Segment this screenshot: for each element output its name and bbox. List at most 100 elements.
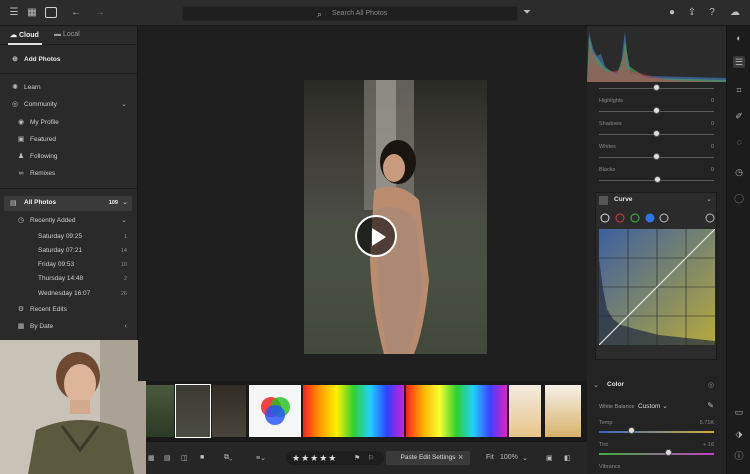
history-icon[interactable]: ◷ xyxy=(733,166,745,178)
folder-icon: ▬ xyxy=(54,31,61,38)
eyedropper-icon[interactable]: ✎ xyxy=(707,401,714,410)
eye-icon[interactable]: ◎ xyxy=(708,381,714,389)
edit-icon: ⚙ xyxy=(17,306,25,313)
recent-edits-item[interactable]: ⚙ Recent Edits xyxy=(0,303,137,317)
tone-curve-graph[interactable] xyxy=(599,229,715,345)
white-balance-select[interactable]: Custom xyxy=(638,403,660,410)
add-photos-button[interactable]: ⊕ Add Photos xyxy=(0,53,137,67)
sidebar-item-my-profile[interactable]: ◉ My Profile xyxy=(0,116,137,130)
temp-value: 5.71K xyxy=(699,420,714,426)
filmstrip-thumb[interactable] xyxy=(212,385,246,437)
cloud-sync-icon[interactable]: ☁ xyxy=(729,7,741,19)
whites-slider-knob[interactable] xyxy=(653,130,660,137)
auto-enhance-icon[interactable]: ◐ xyxy=(733,32,745,44)
back-arrow-icon[interactable]: ← xyxy=(70,7,82,19)
chevron-down-icon[interactable]: ⌄ xyxy=(593,381,599,389)
highlights-slider-knob[interactable] xyxy=(653,84,660,91)
tint-label: Tint xyxy=(599,442,608,448)
search-input[interactable]: ⌕ Search All Photos xyxy=(182,6,518,21)
filmstrip-thumb[interactable] xyxy=(146,385,174,437)
healing-icon[interactable]: ✐ xyxy=(733,110,745,122)
highlights-value: 0 xyxy=(710,98,714,104)
compare-view-icon[interactable]: ◫ xyxy=(181,454,188,462)
tab-cloud[interactable]: ☁ Cloud xyxy=(10,31,39,39)
search-placeholder: Search All Photos xyxy=(332,10,388,17)
sort-icon[interactable]: ⧉⌄ xyxy=(224,454,232,462)
shadows-slider-knob[interactable] xyxy=(653,107,660,114)
reject-flag-icon[interactable]: ⚐ xyxy=(368,454,374,462)
blacks-slider-knob[interactable] xyxy=(653,153,660,160)
temp-label: Temp xyxy=(599,420,613,426)
comments-icon[interactable]: ▭ xyxy=(733,406,745,418)
filmstrip-thumb[interactable] xyxy=(545,385,581,437)
whites-value: 0 xyxy=(710,144,714,150)
photos-icon: ▤ xyxy=(10,200,17,207)
sidebar-item-following[interactable]: ♟ Following xyxy=(0,150,137,164)
by-date-item[interactable]: ▦ By Date ‹ xyxy=(0,320,137,334)
square-grid-icon[interactable]: ▦ xyxy=(148,454,155,462)
shadows-value: 0 xyxy=(710,121,714,127)
filmstrip-thumb-selected[interactable] xyxy=(175,384,211,438)
share-icon[interactable]: ⇪ xyxy=(686,7,698,19)
edit-sliders-icon[interactable]: ☰ xyxy=(733,56,745,68)
notification-bell-icon[interactable]: ● xyxy=(666,7,678,19)
date-item[interactable]: Wednesday 16:07 26 xyxy=(0,287,137,301)
recently-added-item[interactable]: ◷ Recently Added ⌄ xyxy=(0,214,137,228)
tab-local[interactable]: ▬ Local xyxy=(54,31,80,38)
play-video-button[interactable] xyxy=(355,215,397,257)
tint-slider-knob[interactable] xyxy=(664,449,672,456)
versions-icon[interactable]: ◯ xyxy=(733,192,745,204)
temp-slider-knob[interactable] xyxy=(627,427,635,434)
filmstrip xyxy=(146,381,587,441)
date-item[interactable]: Saturday 07:21 14 xyxy=(0,244,137,258)
zoom-fit-button[interactable]: Fit xyxy=(486,454,494,461)
detail-view-icon[interactable]: ■ xyxy=(200,454,204,461)
grid-view-icon[interactable]: ▦ xyxy=(26,7,38,19)
rgb-circles-image xyxy=(261,397,290,425)
all-photos-item[interactable]: ▤ All Photos 109 ⌄ xyxy=(4,196,132,211)
filmstrip-thumb[interactable] xyxy=(249,385,301,437)
chevron-down-icon[interactable]: ⌄ xyxy=(522,454,528,462)
community-item[interactable]: ◎ Community ⌄ xyxy=(0,98,137,112)
date-item[interactable]: Saturday 09:25 1 xyxy=(0,230,137,244)
masking-icon[interactable]: ◌ xyxy=(733,136,745,148)
zoom-value[interactable]: 100% xyxy=(500,454,518,461)
tag-icon[interactable]: ⬗ xyxy=(733,428,745,440)
remix-icon: ∞ xyxy=(18,170,24,177)
help-icon[interactable]: ? xyxy=(706,7,718,19)
edit-panel: Highlights 0 Shadows 0 Whites 0 Blacks 0… xyxy=(587,26,726,474)
flag-icon[interactable]: ⚑ xyxy=(354,454,360,462)
filter-icon[interactable]: ⏷ xyxy=(521,7,533,19)
forward-arrow-icon[interactable]: → xyxy=(94,7,106,19)
featured-icon: ▣ xyxy=(17,136,25,143)
sidebar-item-featured[interactable]: ▣ Featured xyxy=(0,133,137,147)
close-icon[interactable]: × xyxy=(458,452,463,462)
info-icon[interactable]: ⓘ xyxy=(733,450,745,462)
chevron-down-icon[interactable]: ⌄ xyxy=(662,402,668,410)
filmstrip-thumb[interactable] xyxy=(406,385,507,437)
tint-slider[interactable] xyxy=(599,453,714,455)
temp-slider[interactable] xyxy=(599,431,714,433)
split-view-icon[interactable]: ◧ xyxy=(564,454,571,462)
color-title: Color xyxy=(607,381,624,388)
slider-knob[interactable] xyxy=(654,176,661,183)
photo-preview[interactable] xyxy=(304,80,487,354)
curve-title: Curve xyxy=(614,196,633,203)
filmstrip-thumb[interactable] xyxy=(509,385,541,437)
learn-item[interactable]: ✺ Learn xyxy=(0,81,137,95)
filter-lines-icon[interactable]: ≡⌄ xyxy=(256,454,266,462)
before-after-icon[interactable]: ▣ xyxy=(546,454,553,462)
filmstrip-thumb[interactable] xyxy=(303,385,404,437)
curve-panel-icon xyxy=(599,196,608,205)
crop-icon[interactable]: ⌗ xyxy=(733,84,745,96)
sidebar-toggle-icon[interactable] xyxy=(45,7,57,18)
date-item[interactable]: Friday 09:53 10 xyxy=(0,258,137,272)
date-item[interactable]: Thursday 14:48 2 xyxy=(0,272,137,286)
photo-grid-icon[interactable]: ▤ xyxy=(164,454,171,462)
blacks-value: 0 xyxy=(710,167,714,173)
menu-icon[interactable]: ☰ xyxy=(8,7,20,19)
left-sidebar: ☁ Cloud ▬ Local ⊕ Add Photos ✺ Learn ◎ C… xyxy=(0,26,138,340)
sidebar-item-remixes[interactable]: ∞ Remixes xyxy=(0,167,137,181)
chevron-down-icon[interactable]: ⌄ xyxy=(706,195,712,203)
highlights-label: Highlights xyxy=(599,98,624,104)
